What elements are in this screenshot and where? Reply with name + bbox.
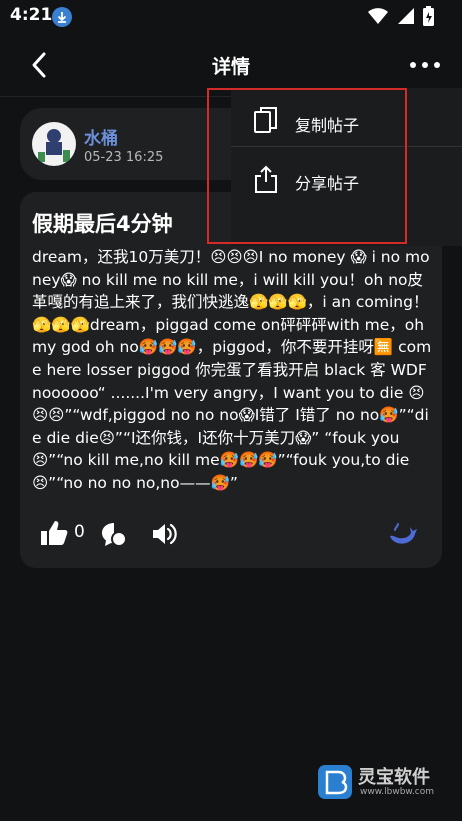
watermark: 灵宝软件 www.lbwbw.com — [318, 765, 448, 805]
menu-highlight-box — [207, 88, 407, 244]
watermark-url: www.lbwbw.com — [360, 787, 435, 797]
post-title: 假期最后4分钟 — [32, 212, 173, 236]
page-title: 详情 — [211, 56, 250, 78]
whale-icon — [390, 523, 417, 544]
signal-icon — [398, 8, 414, 24]
like-count: 0 — [74, 522, 85, 542]
thumbs-up-icon — [41, 521, 68, 545]
read-aloud-button[interactable] — [150, 520, 178, 548]
post-card: 假期最后4分钟 dream，还我10万美刀！😣😣😣I no money 😱 i … — [20, 192, 442, 568]
post-actions: 0 — [40, 518, 424, 552]
status-time: 4:21 — [10, 5, 53, 25]
comment-button[interactable] — [100, 520, 128, 548]
battery-icon — [423, 6, 434, 26]
watermark-name: 灵宝软件 — [358, 767, 430, 788]
more-dot-icon — [410, 62, 416, 68]
more-dot-icon — [434, 62, 440, 68]
avatar[interactable] — [32, 122, 76, 166]
more-button[interactable] — [410, 62, 440, 68]
comment-icon — [102, 523, 127, 547]
post-body: dream，还我10万美刀！😣😣😣I no money 😱 i no money… — [32, 248, 432, 492]
speaker-icon — [153, 523, 177, 545]
more-dot-icon — [422, 62, 428, 68]
author-name[interactable]: 水桶 — [84, 124, 118, 149]
post-time: 05-23 16:25 — [84, 150, 164, 165]
watermark-logo-icon — [318, 765, 352, 799]
download-icon — [52, 7, 72, 27]
wifi-icon — [368, 8, 388, 24]
status-bar: 4:21 — [0, 0, 462, 34]
brand-button[interactable] — [388, 520, 418, 548]
like-button[interactable] — [40, 520, 68, 546]
